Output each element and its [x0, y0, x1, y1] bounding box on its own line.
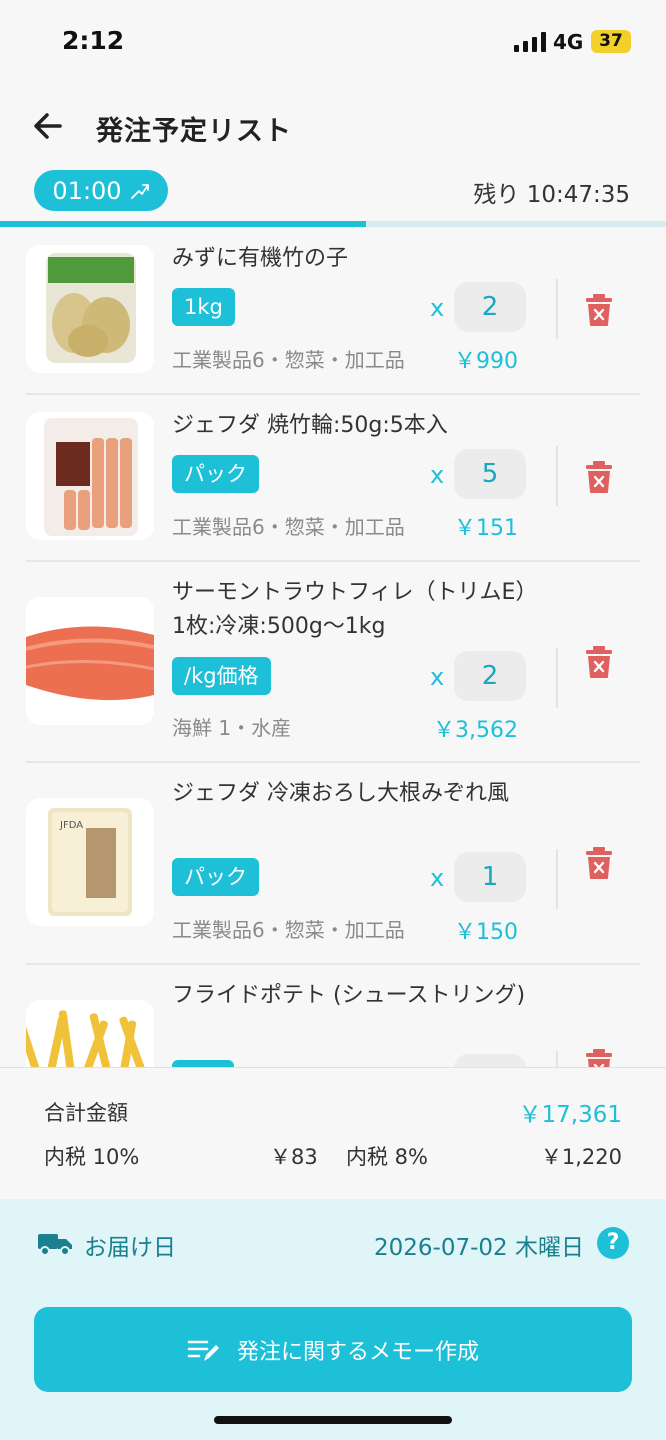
delivery-label: お届け日 [84, 1235, 176, 1261]
memo-button-label: 発注に関するメモー作成 [236, 1339, 479, 1365]
product-price: ￥990 [454, 349, 518, 374]
divider [556, 446, 558, 506]
product-image [26, 245, 154, 373]
product-name: みずに有機竹の子 [172, 246, 349, 271]
product-image [26, 1000, 154, 1067]
product-category: 海鮮 1・水産 [172, 716, 292, 740]
divider [556, 849, 558, 909]
list-item[interactable]: JFDA ジェフダ 冷凍おろし大根みぞれ風 パック x 1 工業製品6・惣菜・加… [0, 762, 666, 965]
product-category: 工業製品6・惣菜・加工品 [172, 348, 405, 372]
product-name: ジェフダ 焼竹輪:50g:5本入 [172, 413, 448, 438]
multiply-sign: x [430, 294, 445, 322]
product-price: ￥151 [454, 516, 518, 541]
page-title: 発注予定リスト [96, 116, 292, 147]
product-price: ￥150 [454, 920, 518, 945]
product-name: フライドポテト (シューストリング) [172, 983, 526, 1008]
order-list[interactable]: みずに有機竹の子 1kg x 2 工業製品6・惣菜・加工品 ￥990 ジェフダ … [0, 227, 666, 1067]
product-image [26, 412, 154, 540]
trash-icon[interactable] [584, 293, 614, 327]
tax8-label: 内税 8% [346, 1145, 428, 1169]
quantity-input[interactable]: 2 [454, 651, 526, 701]
list-item[interactable]: サーモントラウトフィレ（トリムE）1枚:冷凍:500g～1kg /kg価格 x … [0, 561, 666, 763]
divider [556, 279, 558, 339]
home-indicator[interactable] [214, 1416, 452, 1424]
unit-badge: /kg価格 [172, 657, 271, 695]
unit-badge: パック [172, 858, 259, 896]
memo-button[interactable]: 発注に関するメモー作成 [34, 1307, 632, 1392]
multiply-sign: x [430, 461, 445, 489]
product-image [26, 597, 154, 725]
quantity-input[interactable]: 5 [454, 449, 526, 499]
quantity-input[interactable] [454, 1054, 526, 1067]
quantity-input[interactable]: 2 [454, 282, 526, 332]
product-name: ジェフダ 冷凍おろし大根みぞれ風 [172, 781, 509, 806]
product-category: 工業製品6・惣菜・加工品 [172, 918, 405, 942]
delivery-truck-icon [38, 1234, 72, 1256]
trash-icon[interactable] [584, 846, 614, 880]
product-name: サーモントラウトフィレ（トリムE）1枚:冷凍:500g～1kg [172, 580, 527, 639]
total-amount: ￥17,361 [518, 1102, 622, 1128]
help-icon[interactable]: ? [597, 1227, 629, 1259]
remaining-time: 残り 10:47:35 [473, 182, 630, 208]
arrow-left-icon[interactable] [30, 108, 70, 144]
timer-label: 01:00 [52, 176, 122, 205]
divider [556, 648, 558, 708]
trash-icon[interactable] [584, 1048, 614, 1067]
signal-icon [514, 32, 546, 52]
summary-panel [0, 1067, 666, 1199]
tax10-label: 内税 10% [44, 1145, 140, 1169]
list-item[interactable]: ジェフダ 焼竹輪:50g:5本入 パック x 5 工業製品6・惣菜・加工品 ￥1… [0, 394, 666, 562]
trash-icon[interactable] [584, 460, 614, 494]
tax10-amount: ￥83 [270, 1145, 318, 1169]
timer-pill[interactable]: 01:00 [34, 170, 168, 211]
svg-text:JFDA: JFDA [59, 820, 83, 831]
total-label: 合計金額 [44, 1101, 128, 1125]
delivery-date[interactable]: 2026-07-02 木曜日 [374, 1228, 584, 1262]
tax8-amount: ￥1,220 [540, 1145, 622, 1169]
unit-badge: 1kg [172, 288, 235, 326]
unit-badge: パック [172, 455, 259, 493]
network-type: 4G [553, 30, 584, 54]
list-item[interactable]: みずに有機竹の子 1kg x 2 工業製品6・惣菜・加工品 ￥990 [0, 227, 666, 395]
trend-icon [130, 183, 149, 199]
unit-badge [172, 1060, 234, 1067]
list-item[interactable]: フライドポテト (シューストリング) [0, 964, 666, 1067]
trash-icon[interactable] [584, 645, 614, 679]
product-image: JFDA [26, 798, 154, 926]
battery-indicator: 37 [591, 30, 631, 53]
product-price: ￥3,562 [433, 718, 518, 743]
edit-note-icon [187, 1340, 219, 1361]
multiply-sign: x [430, 864, 445, 892]
product-category: 工業製品6・惣菜・加工品 [172, 515, 405, 539]
quantity-input[interactable]: 1 [454, 852, 526, 902]
status-time: 2:12 [62, 26, 125, 55]
divider [556, 1051, 558, 1067]
multiply-sign: x [430, 663, 445, 691]
